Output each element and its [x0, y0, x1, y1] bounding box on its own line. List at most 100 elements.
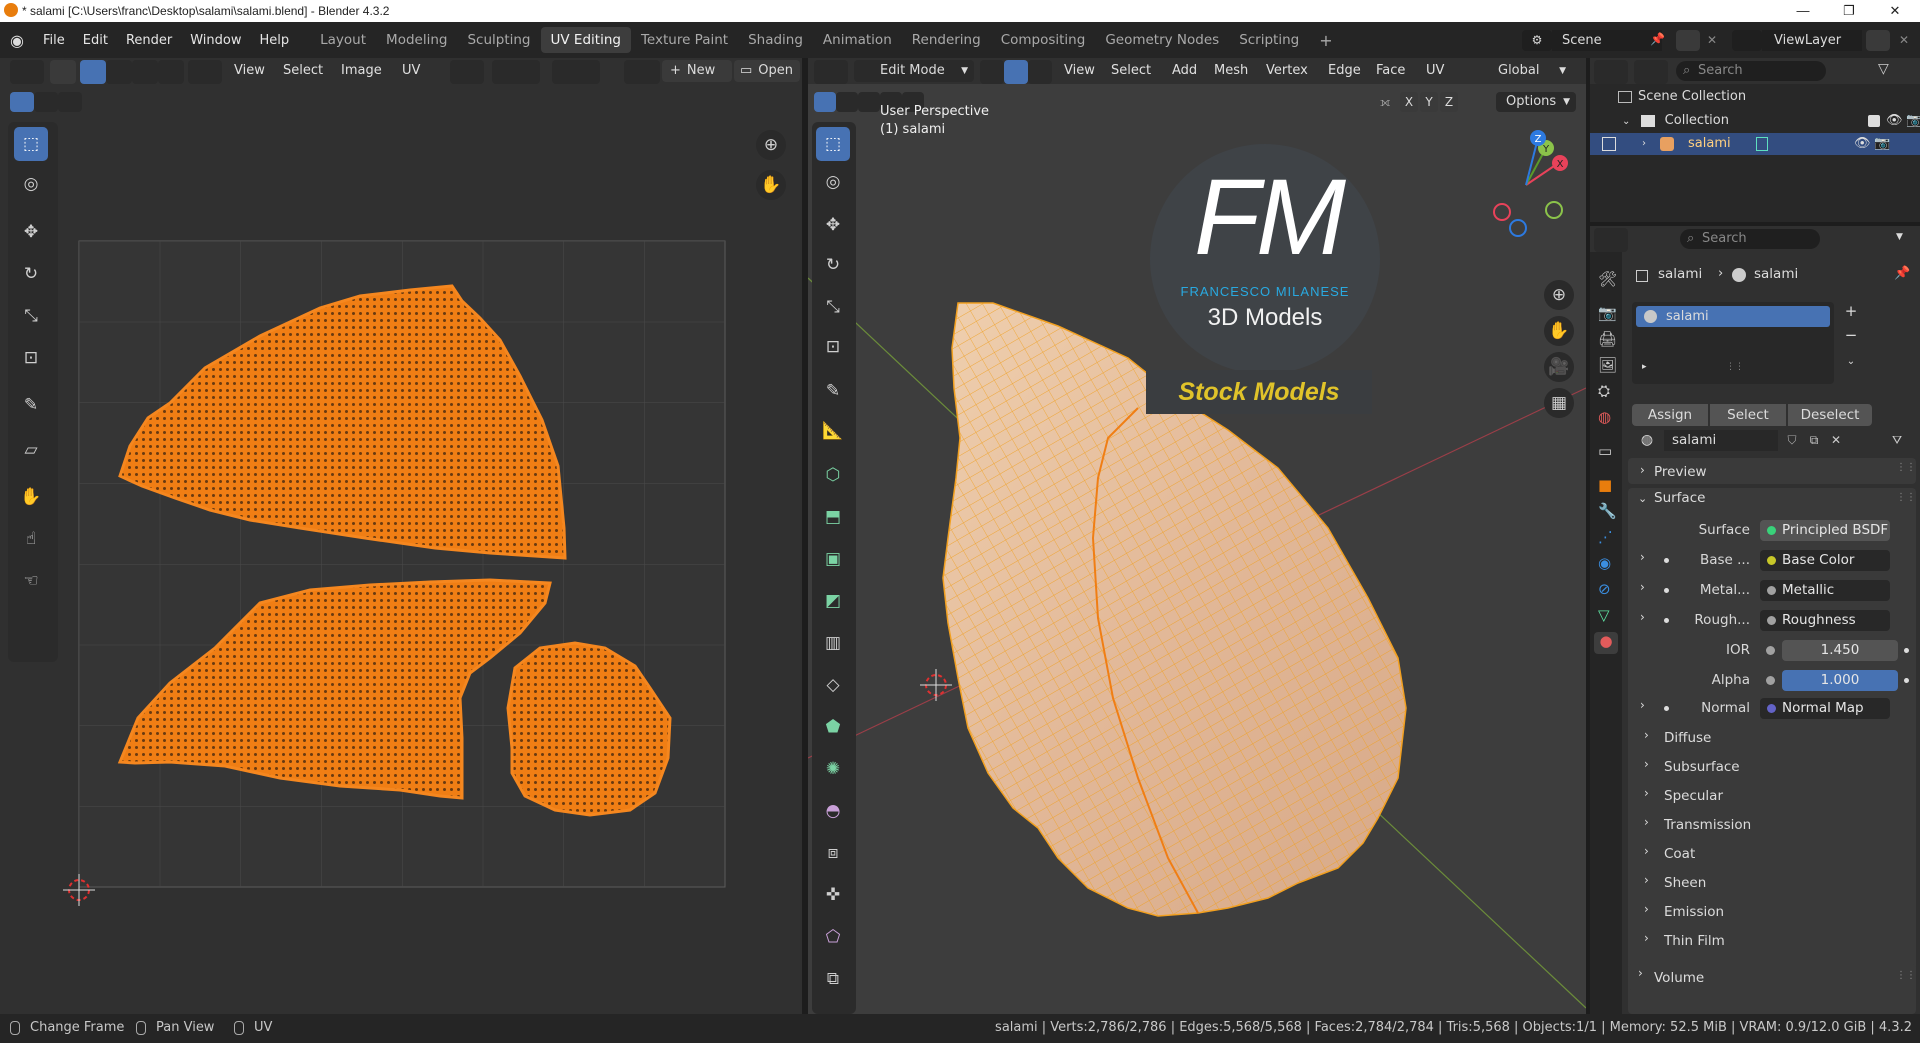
box-select-new-icon[interactable] — [814, 92, 836, 112]
object-selection-icon[interactable] — [1602, 137, 1616, 151]
rotate-tool-icon[interactable]: ↻ — [816, 248, 850, 282]
pin-icon[interactable]: 📌 — [1894, 266, 1910, 281]
zoom-icon[interactable]: ⊕ — [1544, 280, 1574, 310]
drag-handle-icon[interactable]: ⋮⋮ — [1896, 970, 1916, 981]
tab-uv-editing[interactable]: UV Editing — [540, 27, 631, 53]
physics-tab-icon[interactable]: ◉ — [1598, 554, 1611, 572]
tab-layout[interactable]: Layout — [310, 27, 376, 53]
outliner[interactable]: ⌕ Search ▽ Scene Collection ⌄ Collection… — [1590, 58, 1920, 222]
add-cube-tool-icon[interactable]: ⬡ — [816, 458, 850, 492]
subsection-thin-film[interactable]: Thin Film — [1664, 933, 1725, 949]
box-select-subtract-icon[interactable] — [858, 92, 880, 112]
subsection-transmission[interactable]: Transmission — [1664, 817, 1751, 833]
tab-scripting[interactable]: Scripting — [1229, 27, 1309, 53]
viewlayer-icon[interactable] — [1732, 30, 1762, 51]
viewport-menu-vertex[interactable]: Vertex — [1266, 58, 1308, 84]
add-workspace-button[interactable]: + — [1309, 26, 1342, 55]
face-select-icon[interactable] — [1028, 60, 1052, 84]
new-viewlayer-icon[interactable] — [1866, 30, 1890, 51]
chevron-right-icon[interactable]: › — [1640, 580, 1645, 594]
subsection-coat[interactable]: Coat — [1664, 846, 1695, 862]
tab-compositing[interactable]: Compositing — [991, 27, 1096, 53]
uv-editor[interactable]: View Select Image UV + New ▭ Open ⬚ ◎ ✥ ↻ … — [0, 58, 802, 1014]
expand-chevron-icon[interactable]: › — [1642, 133, 1646, 155]
transform-tool-icon[interactable]: ⊡ — [816, 330, 850, 364]
drag-handle-icon[interactable]: ⋮⋮ — [1896, 462, 1916, 473]
particles-tab-icon[interactable]: ⋰ — [1598, 528, 1613, 546]
tab-sculpting[interactable]: Sculpting — [457, 27, 540, 53]
loop-cut-tool-icon[interactable]: ▥ — [816, 626, 850, 660]
keyframe-dot-icon[interactable] — [1904, 648, 1909, 653]
tab-rendering[interactable]: Rendering — [902, 27, 991, 53]
data-tab-icon[interactable]: ▽ — [1598, 606, 1610, 624]
input-field-metallic[interactable]: Metallic — [1760, 580, 1890, 601]
assign-button[interactable]: Assign — [1632, 404, 1708, 426]
rip-tool-icon[interactable]: ⧉ — [816, 962, 850, 996]
chevron-right-icon[interactable]: › — [1640, 698, 1645, 712]
scene-tab-icon[interactable]: ⛭ — [1598, 382, 1610, 400]
object-row-salami[interactable]: › salami 👁 📷 — [1590, 133, 1920, 155]
menu-window[interactable]: Window — [181, 33, 250, 48]
modifier-tab-icon[interactable]: 🔧 — [1598, 502, 1617, 520]
tab-geometry-nodes[interactable]: Geometry Nodes — [1095, 27, 1229, 53]
subsection-specular[interactable]: Specular — [1664, 788, 1723, 804]
uv-canvas[interactable] — [0, 58, 802, 1014]
viewport-menu-view[interactable]: View — [1064, 58, 1095, 84]
close-button[interactable]: ✕ — [1872, 0, 1918, 22]
select-button[interactable]: Select — [1710, 404, 1786, 426]
normal-field[interactable]: Normal Map — [1760, 698, 1890, 719]
duplicate-material-icon[interactable]: ⧉ — [1804, 430, 1824, 451]
3d-cursor-icon[interactable] — [920, 669, 952, 701]
new-scene-icon[interactable] — [1676, 30, 1700, 51]
mode-dropdown[interactable]: Edit Mode ▼ — [854, 60, 974, 82]
vertex-select-icon[interactable] — [980, 60, 1004, 84]
viewport-menu-select[interactable]: Select — [1111, 58, 1151, 84]
tab-texture-paint[interactable]: Texture Paint — [631, 27, 738, 53]
viewlayer-name[interactable]: ViewLayer — [1762, 30, 1862, 51]
list-resize-handle[interactable]: ⋮⋮ — [1726, 362, 1744, 372]
render-tab-icon[interactable]: 📷 — [1598, 304, 1617, 322]
view-layer-tab-icon[interactable]: 🖼 — [1598, 356, 1617, 374]
tab-modeling[interactable]: Modeling — [376, 27, 457, 53]
mirror-y-toggle[interactable]: Y — [1420, 92, 1438, 112]
include-checkbox[interactable] — [1868, 115, 1880, 127]
properties-editor[interactable]: ⌕ Search ▼ 🛠 📷 🖨 🖼 ⛭ ◍ ▭ ■ 🔧 ⋰ ◉ ⊘ ▽ ● s… — [1590, 226, 1920, 1014]
3d-viewport[interactable]: Edit Mode ▼ View Select Add Mesh Vertex … — [808, 58, 1586, 1014]
mirror-icon[interactable]: ⟗ — [1380, 92, 1398, 112]
eye-icon[interactable]: 👁 — [1854, 133, 1871, 155]
chevron-right-icon[interactable]: › — [1644, 844, 1649, 858]
camera-view-icon[interactable]: 🎥 — [1544, 352, 1574, 382]
tab-shading[interactable]: Shading — [738, 27, 813, 53]
camera-icon[interactable]: 📷 — [1906, 110, 1920, 132]
input-field-roughness[interactable]: Roughness — [1760, 610, 1890, 631]
viewport-menu-face[interactable]: Face — [1376, 58, 1405, 84]
smooth-tool-icon[interactable]: ◓ — [816, 794, 850, 828]
scene-name[interactable]: Scene — [1552, 30, 1662, 51]
camera-icon[interactable]: 📷 — [1874, 133, 1890, 155]
collection-row[interactable]: ⌄ Collection 👁 📷 — [1622, 110, 1920, 132]
menu-render[interactable]: Render — [117, 33, 181, 48]
blender-menu-icon[interactable]: ◉ — [0, 31, 34, 50]
filter-icon[interactable]: ▽ — [1878, 61, 1889, 77]
select-box-tool-icon[interactable]: ⬚ — [816, 127, 850, 161]
mirror-z-toggle[interactable]: Z — [1440, 92, 1458, 112]
minimize-button[interactable]: — — [1780, 0, 1826, 22]
transform-orientation-dropdown[interactable]: Global ▼ — [1472, 60, 1572, 82]
material-name-field[interactable]: salami — [1664, 430, 1778, 451]
maximize-button[interactable]: ❐ — [1826, 0, 1872, 22]
edge-select-icon[interactable] — [1004, 60, 1028, 84]
chevron-right-icon[interactable]: › — [1644, 873, 1649, 887]
pan-hand-icon[interactable]: ✋ — [1544, 316, 1574, 346]
viewport-menu-mesh[interactable]: Mesh — [1214, 58, 1248, 84]
outliner-editor-type-icon[interactable] — [1594, 60, 1628, 84]
mirror-x-toggle[interactable]: X — [1400, 92, 1418, 112]
subsection-emission[interactable]: Emission — [1664, 904, 1724, 920]
chevron-right-icon[interactable]: › — [1644, 902, 1649, 916]
unlink-material-icon[interactable]: ✕ — [1826, 430, 1846, 451]
chevron-down-icon[interactable]: ⌄ — [1638, 492, 1647, 505]
knife-tool-icon[interactable]: ◇ — [816, 668, 850, 702]
chevron-right-icon[interactable]: › — [1644, 728, 1649, 742]
output-tab-icon[interactable]: 🖨 — [1598, 330, 1617, 348]
perspective-toggle-icon[interactable]: ▦ — [1544, 388, 1574, 418]
viewport-menu-edge[interactable]: Edge — [1328, 58, 1361, 84]
